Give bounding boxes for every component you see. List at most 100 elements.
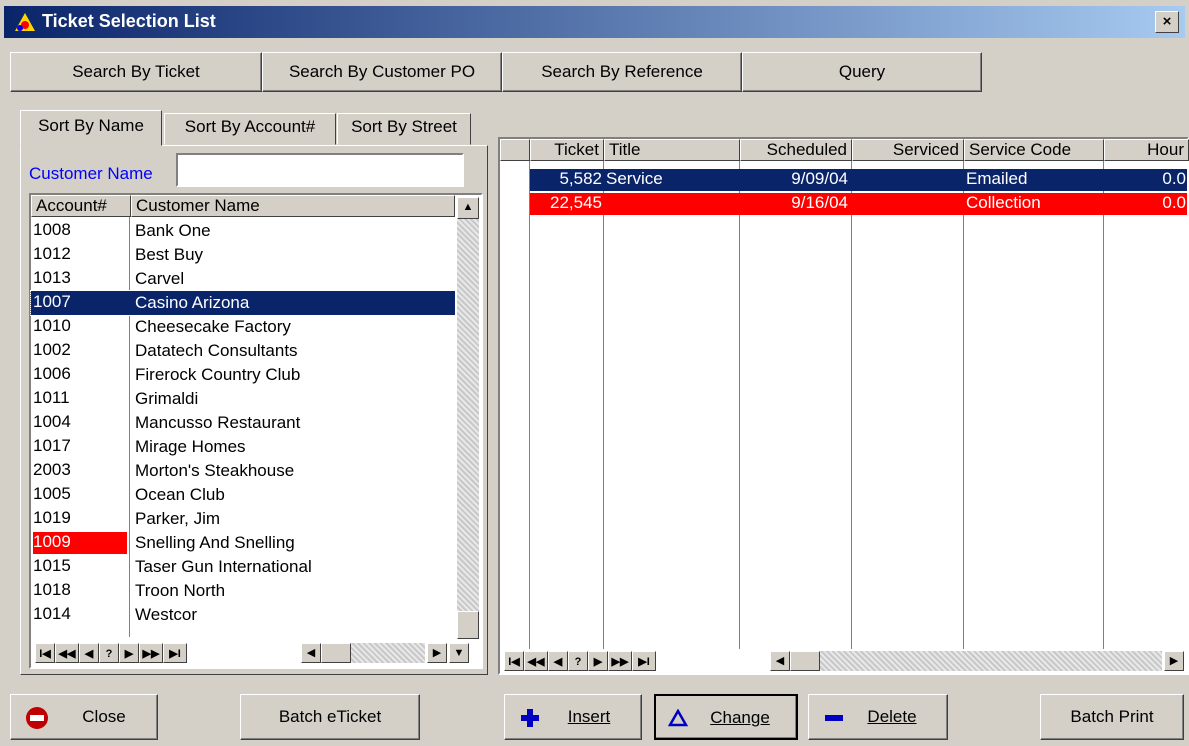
horizontal-scroll-track[interactable] — [351, 643, 425, 663]
customer-row[interactable]: 1006 Firerock Country Club — [31, 363, 455, 387]
customer-row[interactable]: 2003 Morton's Steakhouse — [31, 459, 455, 483]
triangle-icon — [668, 709, 688, 727]
vertical-scroll-track[interactable] — [457, 219, 479, 611]
hours-cell: 0.0 — [1162, 169, 1186, 188]
batch-print-button[interactable]: Batch Print — [1040, 694, 1184, 740]
navigator-button[interactable]: ? — [568, 651, 588, 671]
navigator-button[interactable]: ? — [99, 643, 119, 663]
account-cell: 1009 — [33, 532, 127, 554]
horizontal-scroll-thumb[interactable] — [321, 643, 351, 663]
close-button[interactable]: Close — [10, 694, 158, 740]
scroll-down-button[interactable]: ▼ — [449, 643, 469, 663]
customer-row[interactable]: 1011 Grimaldi — [31, 387, 455, 411]
customer-row[interactable]: 1005 Ocean Club — [31, 483, 455, 507]
grid-scroll-right-button[interactable]: ▶ — [1164, 651, 1184, 671]
scroll-left-button[interactable]: ◀ — [301, 643, 321, 663]
customer-name-cell: Troon North — [135, 581, 226, 600]
navigator-button[interactable]: ◀ — [548, 651, 568, 671]
column-header-service-code[interactable]: Service Code — [964, 139, 1104, 161]
hours-cell: 0.0 — [1162, 193, 1186, 212]
tab-sort-by-street[interactable]: Sort By Street — [337, 113, 471, 145]
customer-row[interactable]: 1014 Westcor — [31, 603, 455, 627]
column-header-account[interactable]: Account# — [31, 195, 131, 217]
customer-row[interactable]: 1004 Mancusso Restaurant — [31, 411, 455, 435]
customer-name-cell: Grimaldi — [135, 389, 199, 408]
grid-horizontal-scroll-track[interactable] — [820, 651, 1162, 671]
grid-horizontal-scroll-thumb[interactable] — [790, 651, 820, 671]
plus-icon — [521, 709, 539, 727]
account-cell: 1014 — [33, 604, 71, 623]
navigator-button[interactable]: ▶▶ — [608, 651, 632, 671]
customer-row[interactable]: 1007 Casino Arizona — [30, 290, 456, 316]
ticket-selection-window: Ticket Selection List × Search By Ticket… — [0, 0, 1189, 746]
account-cell: 1012 — [33, 244, 71, 263]
customer-name-label: Customer Name — [29, 164, 153, 183]
customer-row[interactable]: 1019 Parker, Jim — [31, 507, 455, 531]
column-header-customer-name[interactable]: Customer Name — [131, 195, 455, 217]
ticket-row[interactable]: 22,545 9/16/04 Collection 0.0 — [530, 193, 1187, 215]
ticket-row[interactable]: 5,582 Service 9/09/04 Emailed 0.0 — [530, 169, 1187, 191]
account-cell: 1013 — [33, 268, 71, 287]
navigator-button[interactable]: ▶I — [163, 643, 187, 663]
delete-button[interactable]: Delete — [808, 694, 948, 740]
customer-name-cell: Mirage Homes — [135, 437, 246, 456]
customer-row[interactable]: 1008 Bank One — [31, 219, 455, 243]
stop-icon — [26, 707, 48, 729]
scroll-right-button[interactable]: ▶ — [427, 643, 447, 663]
navigator-button[interactable]: ▶I — [632, 651, 656, 671]
record-navigator-right: I◀ ◀◀ ◀? ▶ ▶▶ ▶I — [504, 651, 656, 673]
column-header-scheduled[interactable]: Scheduled — [740, 139, 852, 161]
customer-row[interactable]: 1013 Carvel — [31, 267, 455, 291]
search-by-ticket-button[interactable]: Search By Ticket — [10, 52, 262, 92]
scroll-up-button[interactable]: ▲ — [457, 197, 479, 219]
navigator-button[interactable]: I◀ — [35, 643, 55, 663]
insert-button[interactable]: Insert — [504, 694, 642, 740]
search-by-reference-button[interactable]: Search By Reference — [502, 52, 742, 92]
customer-name-cell: Taser Gun International — [135, 557, 312, 576]
customer-row[interactable]: 1018 Troon North — [31, 579, 455, 603]
customer-name-cell: Casino Arizona — [135, 293, 250, 312]
title-cell: Service — [606, 169, 663, 188]
customer-row[interactable]: 1002 Datatech Consultants — [31, 339, 455, 363]
customer-name-cell: Best Buy — [135, 245, 204, 264]
account-cell: 1006 — [33, 364, 71, 383]
grid-scroll-left-button[interactable]: ◀ — [770, 651, 790, 671]
search-by-customer-po-button[interactable]: Search By Customer PO — [262, 52, 502, 92]
navigator-button[interactable]: ▶ — [119, 643, 139, 663]
minus-icon — [825, 715, 843, 721]
customer-row[interactable]: 1009 Snelling And Snelling — [31, 531, 455, 555]
grid-line — [529, 161, 530, 649]
navigator-button[interactable]: ▶ — [588, 651, 608, 671]
account-cell: 1010 — [33, 316, 71, 335]
window-title: Ticket Selection List — [42, 11, 216, 31]
batch-eticket-button[interactable]: Batch eTicket — [240, 694, 420, 740]
account-cell: 1004 — [33, 412, 71, 431]
customer-row[interactable]: 1010 Cheesecake Factory — [31, 315, 455, 339]
account-cell: 1007 — [33, 292, 71, 311]
tab-sort-by-account[interactable]: Sort By Account# — [164, 113, 336, 145]
query-button[interactable]: Query — [742, 52, 982, 92]
customer-row[interactable]: 1015 Taser Gun International — [31, 555, 455, 579]
close-window-button[interactable]: × — [1155, 11, 1179, 33]
customer-row[interactable]: 1017 Mirage Homes — [31, 435, 455, 459]
column-header-title[interactable]: Title — [604, 139, 740, 161]
ticket-grid: Ticket Title Scheduled Serviced Service … — [498, 137, 1189, 675]
navigator-button[interactable]: ◀◀ — [55, 643, 79, 663]
customer-name-cell: Ocean Club — [135, 485, 225, 504]
change-button[interactable]: Change — [654, 694, 798, 740]
navigator-button[interactable]: ▶▶ — [139, 643, 163, 663]
customer-name-input[interactable] — [176, 153, 464, 187]
column-header-hours[interactable]: Hour — [1104, 139, 1189, 161]
vertical-scroll-thumb[interactable] — [457, 611, 479, 639]
grid-line — [739, 161, 740, 649]
customer-name-cell: Westcor — [135, 605, 198, 624]
tab-sort-by-name[interactable]: Sort By Name — [20, 110, 162, 146]
customer-row[interactable]: 1012 Best Buy — [31, 243, 455, 267]
navigator-button[interactable]: I◀ — [504, 651, 524, 671]
account-cell: 1011 — [33, 388, 70, 407]
account-cell: 1002 — [33, 340, 71, 359]
navigator-button[interactable]: ◀◀ — [524, 651, 548, 671]
navigator-button[interactable]: ◀ — [79, 643, 99, 663]
column-header-ticket[interactable]: Ticket — [530, 139, 604, 161]
column-header-serviced[interactable]: Serviced — [852, 139, 964, 161]
